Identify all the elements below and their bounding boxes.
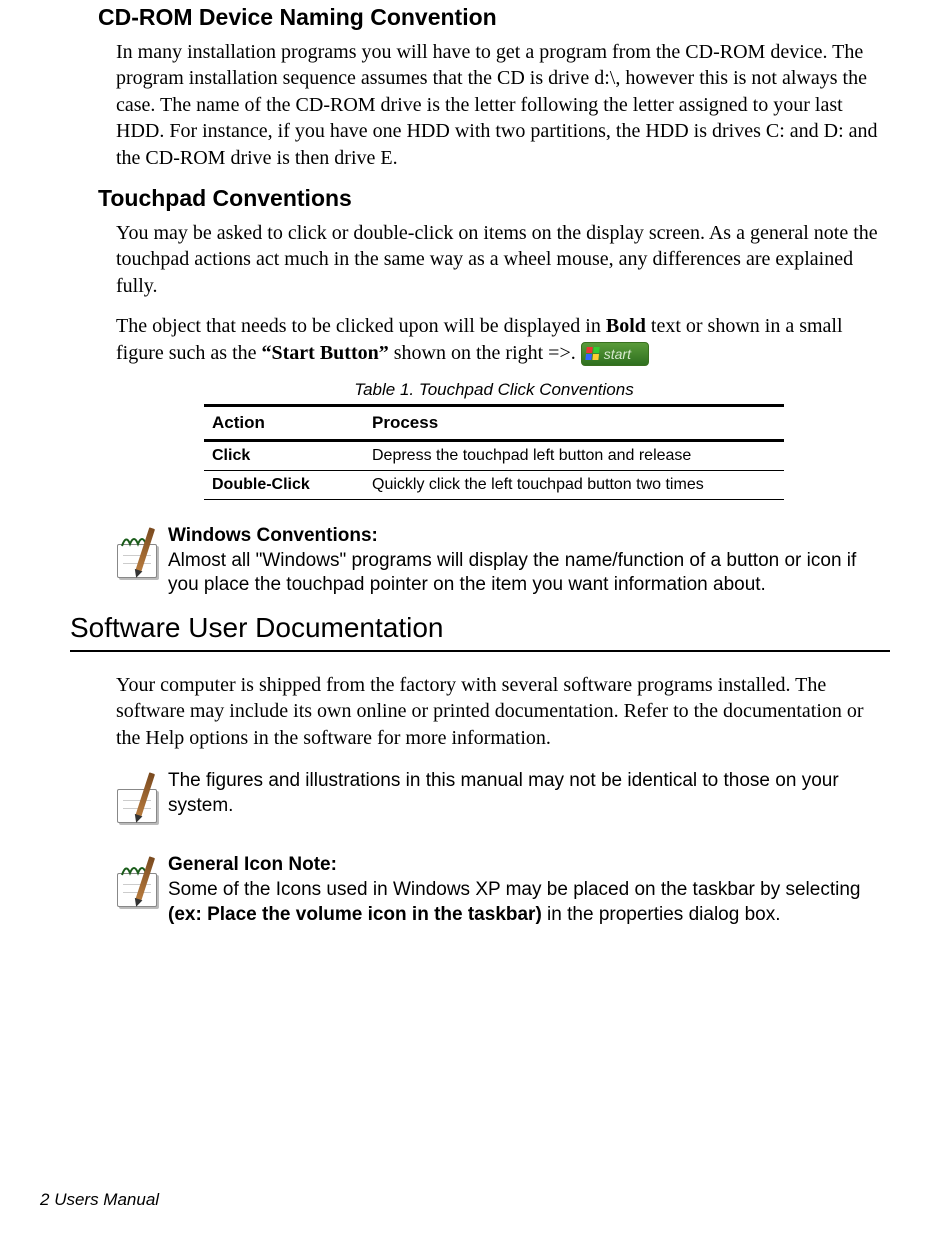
table-caption: Table 1. Touchpad Click Conventions [98,380,890,400]
heading-cdrom: CD-ROM Device Naming Convention [98,4,890,31]
para-touchpad-1: You may be asked to click or double-clic… [116,220,890,299]
section-divider [70,650,890,652]
text-fragment: The object that needs to be clicked upon… [116,315,606,337]
page-footer: 2 Users Manual [40,1190,159,1210]
para-cdrom: In many installation programs you will h… [116,39,890,171]
touchpad-conventions-table: Action Process Click Depress the touchpa… [204,404,784,500]
text-fragment: shown on the right =>. [389,342,576,364]
note-text-post: in the properties dialog box. [542,904,781,925]
note-title: General Icon Note: [168,854,337,875]
heading-software-user-docs: Software User Documentation [70,612,890,648]
start-button-label: start [604,345,631,363]
note-figures: The figures and illustrations in this ma… [98,769,890,831]
pencil-note-icon [111,526,165,586]
pencil-note-icon [111,771,165,831]
note-title: Windows Conventions: [168,525,378,546]
para-touchpad-2: The object that needs to be clicked upon… [116,313,890,366]
table-header-action: Action [204,405,364,440]
bold-text: Bold [606,315,646,337]
note-body: Windows Conventions: Almost all "Windows… [168,524,890,598]
note-body: The figures and illustrations in this ma… [168,769,890,818]
note-text-bold: (ex: Place the volume icon in the taskba… [168,904,542,925]
heading-touchpad: Touchpad Conventions [98,185,890,212]
note-text: The figures and illustrations in this ma… [168,770,839,816]
table-row: Click Depress the touchpad left button a… [204,440,784,470]
table-cell-process: Quickly click the left touchpad button t… [364,470,784,499]
footer-label: Users Manual [49,1190,159,1209]
para-software-docs: Your computer is shipped from the factor… [116,672,890,751]
table-cell-action: Double-Click [204,470,364,499]
table-cell-action: Click [204,440,364,470]
windows-flag-icon [585,347,600,361]
table-row: Double-Click Quickly click the left touc… [204,470,784,499]
bold-text-start-button: “Start Button” [262,342,389,364]
note-text-pre: Some of the Icons used in Windows XP may… [168,879,860,900]
note-general-icon: General Icon Note: Some of the Icons use… [98,853,890,927]
table-header-process: Process [364,405,784,440]
note-body: General Icon Note: Some of the Icons use… [168,853,890,927]
start-button-image: start [581,342,649,366]
note-windows-conventions: Windows Conventions: Almost all "Windows… [98,524,890,598]
table-cell-process: Depress the touchpad left button and rel… [364,440,784,470]
note-text: Almost all "Windows" programs will displ… [168,550,856,596]
pencil-note-icon [111,855,165,915]
